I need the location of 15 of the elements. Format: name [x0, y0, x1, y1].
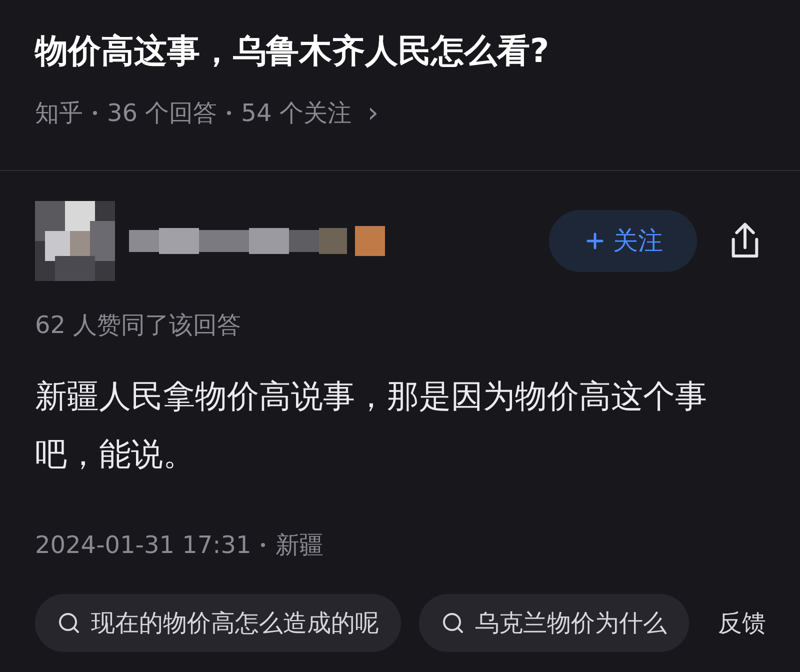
- feedback-button[interactable]: 反馈: [718, 605, 766, 641]
- follower-count: 54 个关注: [241, 98, 352, 129]
- search-icon: [441, 611, 465, 635]
- location-label: 新疆: [275, 530, 324, 561]
- answer-count: 36 个回答: [107, 98, 218, 129]
- follow-button[interactable]: 关注: [549, 210, 697, 272]
- search-suggestion-chip[interactable]: 乌克兰物价为什么: [419, 594, 689, 652]
- upvote-count: 62 人赞同了该回答: [35, 310, 242, 341]
- source-label: 知乎: [35, 98, 83, 129]
- question-title: 物价高这事，乌鲁木齐人民怎么看?: [35, 30, 550, 72]
- chevron-icon[interactable]: ›: [367, 92, 379, 134]
- post-date: 2024-01-31 17:31: [35, 530, 252, 561]
- search-suggestion-chip[interactable]: 现在的物价高怎么造成的呢: [35, 594, 401, 652]
- answer-text: 新疆人民拿物价高说事，那是因为物价高这个事吧，能说。: [35, 376, 708, 475]
- search-icon: [57, 611, 81, 635]
